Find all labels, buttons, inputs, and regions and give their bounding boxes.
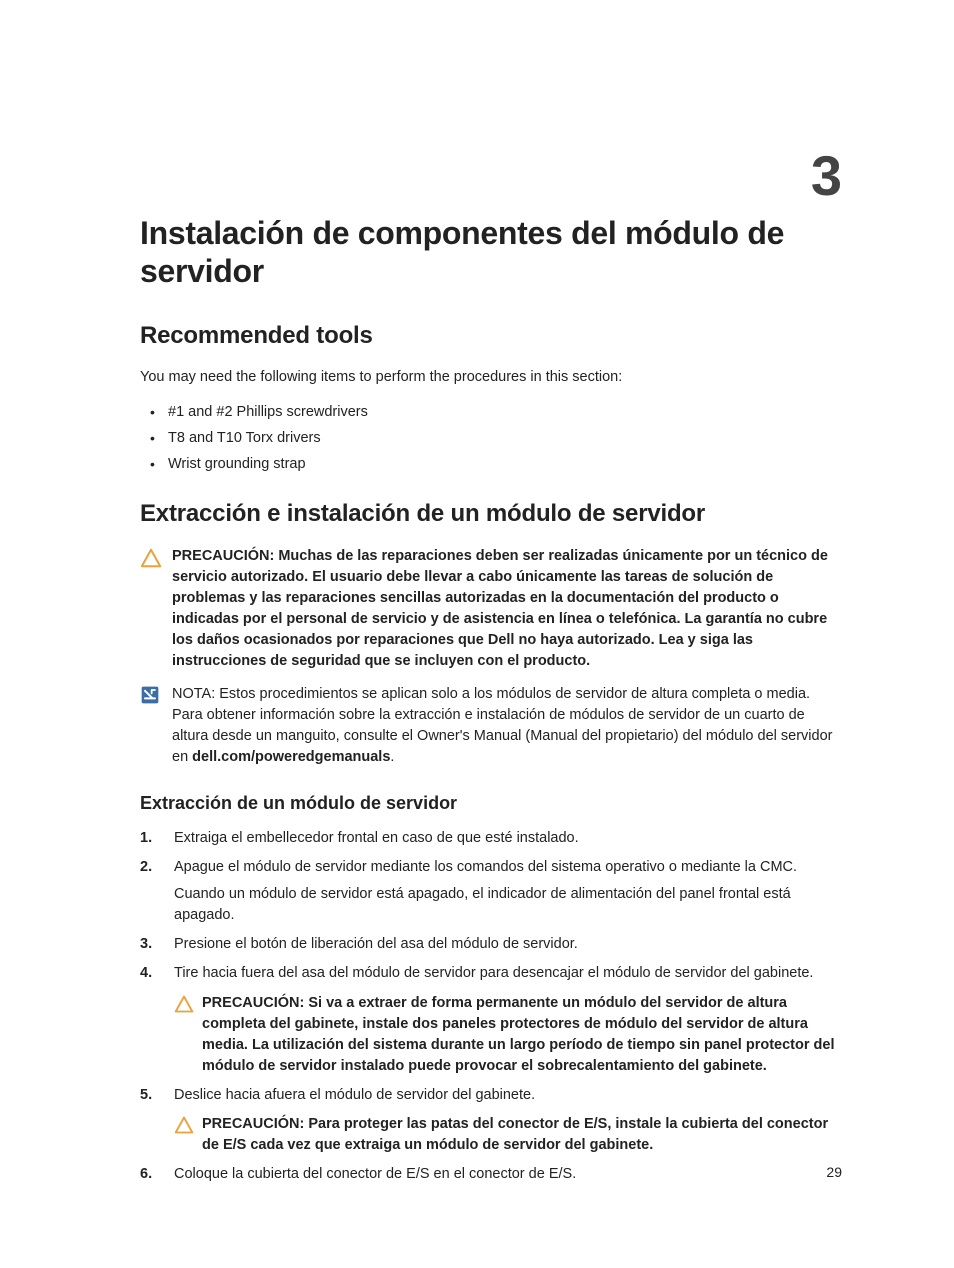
- page-number: 29: [826, 1162, 842, 1182]
- chapter-number: 3: [811, 135, 842, 216]
- tools-intro: You may need the following items to perf…: [140, 367, 844, 388]
- note-callout: NOTA: Estos procedimientos se aplican so…: [140, 684, 844, 768]
- steps-list: Extraiga el embellecedor frontal en caso…: [140, 828, 844, 1184]
- note-lead: NOTA:: [172, 686, 219, 702]
- note-body-b: .: [390, 749, 394, 765]
- caution-callout: PRECAUCIÓN: Muchas de las reparaciones d…: [140, 546, 844, 672]
- step-item: Coloque la cubierta del conector de E/S …: [140, 1164, 844, 1185]
- step-caution: PRECAUCIÓN: Para proteger las patas del …: [174, 1114, 844, 1156]
- note-text: NOTA: Estos procedimientos se aplican so…: [172, 684, 844, 768]
- step-text: Apague el módulo de servidor mediante lo…: [174, 859, 797, 875]
- caution-icon: [174, 994, 194, 1014]
- step-caution: PRECAUCIÓN: Si va a extraer de forma per…: [174, 993, 844, 1077]
- step-item: Presione el botón de liberación del asa …: [140, 934, 844, 955]
- list-item: Wrist grounding strap: [140, 454, 844, 475]
- step-item: Apague el módulo de servidor mediante lo…: [140, 857, 844, 926]
- section-extract-heading: Extracción e instalación de un módulo de…: [140, 497, 844, 532]
- page-title: Instalación de componentes del módulo de…: [140, 215, 844, 291]
- step-text: Deslice hacia afuera el módulo de servid…: [174, 1087, 535, 1103]
- list-item: T8 and T10 Torx drivers: [140, 428, 844, 449]
- note-icon: [140, 685, 162, 707]
- tools-list: #1 and #2 Phillips screwdrivers T8 and T…: [140, 402, 844, 475]
- section-tools-heading: Recommended tools: [140, 319, 844, 354]
- step-item: Deslice hacia afuera el módulo de servid…: [140, 1085, 844, 1156]
- step-text: Tire hacia fuera del asa del módulo de s…: [174, 965, 813, 981]
- caution-lead: PRECAUCIÓN:: [202, 1116, 308, 1132]
- step-item: Tire hacia fuera del asa del módulo de s…: [140, 963, 844, 1076]
- step-text: Coloque la cubierta del conector de E/S …: [174, 1166, 576, 1182]
- step-subtext: Cuando un módulo de servidor está apagad…: [174, 884, 844, 926]
- note-link: dell.com/poweredgemanuals: [192, 749, 390, 765]
- caution-icon: [174, 1115, 194, 1135]
- caution-lead: PRECAUCIÓN:: [172, 548, 278, 564]
- step-text: Extraiga el embellecedor frontal en caso…: [174, 830, 579, 846]
- step-item: Extraiga el embellecedor frontal en caso…: [140, 828, 844, 849]
- caution-lead: PRECAUCIÓN:: [202, 995, 308, 1011]
- subsection-heading: Extracción de un módulo de servidor: [140, 790, 844, 816]
- step-text: Presione el botón de liberación del asa …: [174, 936, 578, 952]
- caution-icon: [140, 547, 162, 569]
- list-item: #1 and #2 Phillips screwdrivers: [140, 402, 844, 423]
- step-caution-text: PRECAUCIÓN: Para proteger las patas del …: [202, 1114, 844, 1156]
- caution-body: Muchas de las reparaciones deben ser rea…: [172, 548, 828, 669]
- step-caution-text: PRECAUCIÓN: Si va a extraer de forma per…: [202, 993, 844, 1077]
- caution-text: PRECAUCIÓN: Muchas de las reparaciones d…: [172, 546, 844, 672]
